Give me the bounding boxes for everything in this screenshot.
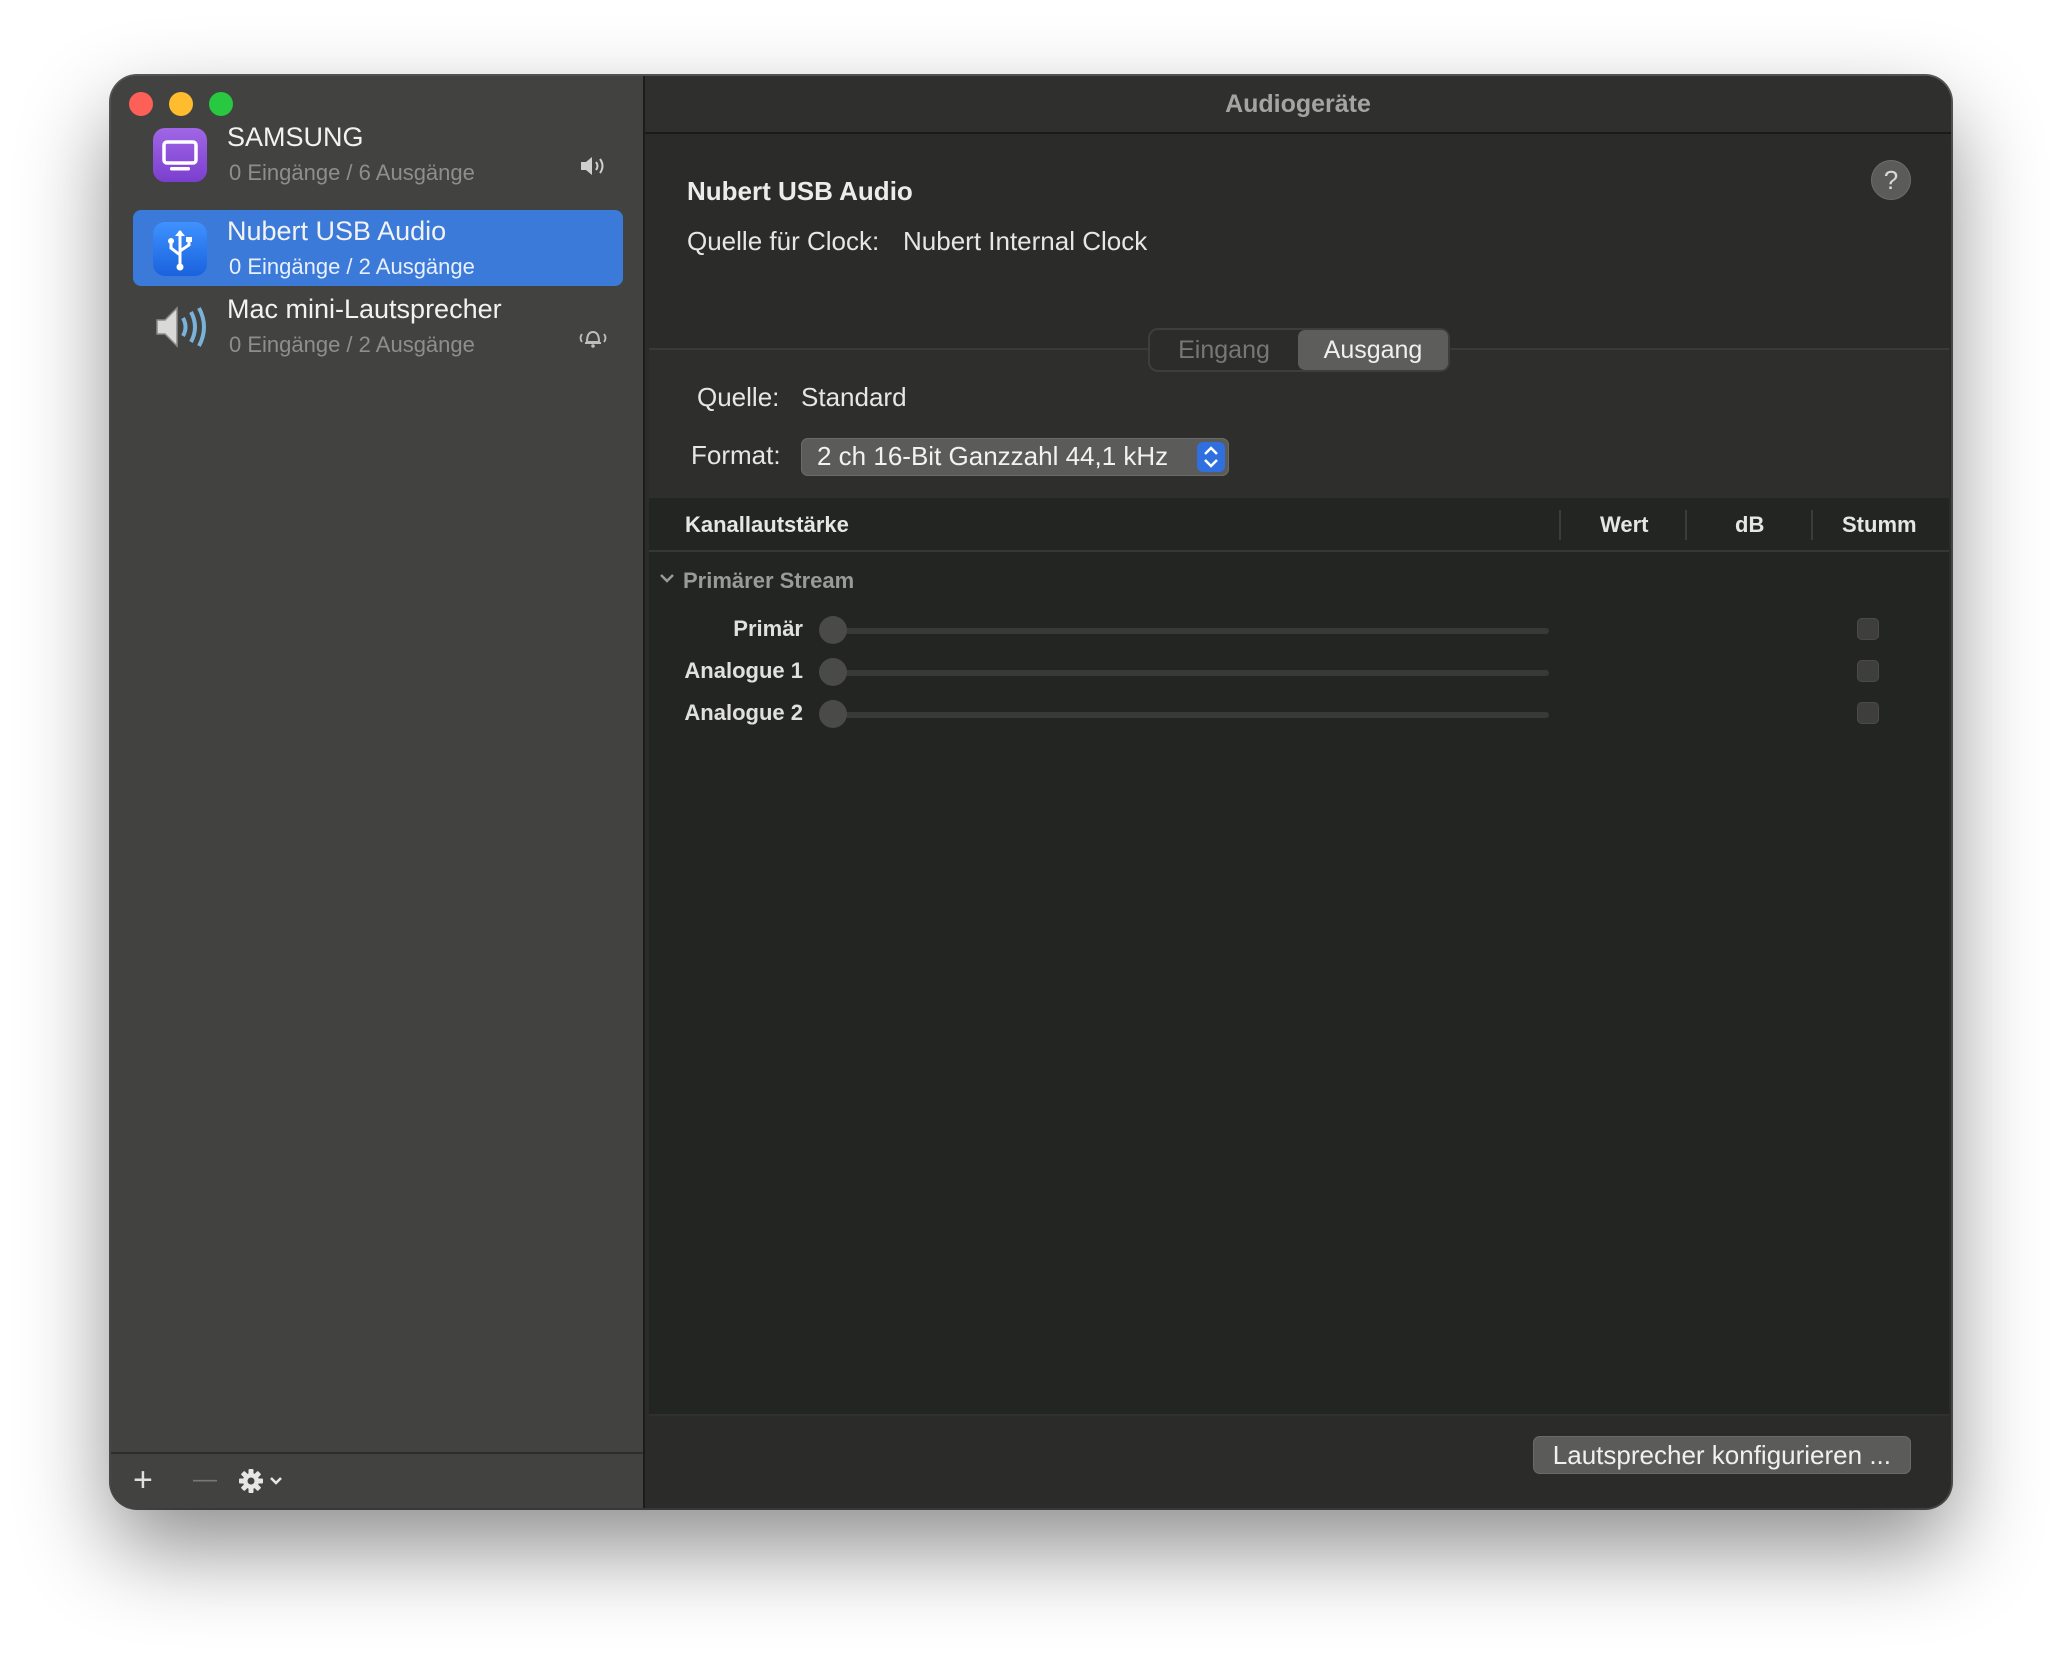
display-icon [153,128,207,182]
speaker-icon [579,154,609,183]
channel-name: Primär [733,616,803,641]
tab-eingang[interactable]: Eingang [1150,330,1298,370]
device-io-count: 0 Eingänge / 6 Ausgänge [229,160,475,185]
clock-source-label: Quelle für Clock: [687,226,880,256]
alert-bell-icon [577,326,609,355]
device-detail-pane: Audiogeräte Nubert USB Audio Quelle für … [645,76,1951,1508]
format-value: 2 ch 16-Bit Ganzzahl 44,1 kHz [817,441,1169,471]
volume-slider-knob[interactable] [819,616,847,644]
device-sidebar: SAMSUNG 0 Eingänge / 6 Ausgänge Nubert U… [111,76,645,1508]
configure-speakers-button[interactable]: Lautsprecher konfigurieren ... [1532,1436,1911,1474]
gear-icon [239,1469,282,1493]
device-name: SAMSUNG [227,122,364,152]
column-header-db[interactable]: dB [1735,512,1764,538]
volume-slider-track[interactable] [827,628,1549,634]
sidebar-footer: + — [111,1452,643,1508]
source-value: Standard [801,382,907,412]
window-title: Audiogeräte [1225,90,1371,118]
stream-group-label: Primärer Stream [683,568,855,593]
device-item-mac-mini-speaker[interactable]: Mac mini-Lautsprecher 0 Eingänge / 2 Aus… [133,288,623,364]
speaker-device-icon [153,300,207,354]
channel-name: Analogue 1 [684,658,803,683]
column-separator [1559,510,1561,540]
close-window-button[interactable] [129,92,153,116]
add-device-button[interactable]: + [133,1462,153,1498]
column-header-mute[interactable]: Stumm [1842,512,1917,538]
chevron-down-icon[interactable] [657,570,677,591]
device-name: Nubert USB Audio [227,216,447,246]
device-title: Nubert USB Audio [687,176,913,206]
mute-checkbox[interactable] [1857,660,1879,682]
gear-menu-button[interactable] [237,1466,293,1502]
column-header-channel-volume[interactable]: Kanallautstärke [685,512,849,538]
up-down-chevron-icon [1197,442,1225,472]
remove-device-button[interactable]: — [193,1462,217,1498]
column-separator [1811,510,1813,540]
format-select[interactable]: 2 ch 16-Bit Ganzzahl 44,1 kHz [801,438,1229,476]
format-label: Format: [691,440,781,470]
source-label: Quelle: [697,382,780,412]
bottom-bar: Lautsprecher konfigurieren ... [649,1414,1949,1508]
mute-checkbox[interactable] [1857,618,1879,640]
tab-ausgang[interactable]: Ausgang [1298,330,1448,370]
channel-volume-table: Kanallautstärke Wert dB Stumm Primärer S… [649,498,1949,1414]
device-name: Mac mini-Lautsprecher [227,294,502,324]
channel-name: Analogue 2 [684,700,803,725]
volume-slider-knob[interactable] [819,700,847,728]
titlebar: Audiogeräte [645,76,1951,134]
help-button[interactable]: ? [1871,160,1911,200]
volume-slider-knob[interactable] [819,658,847,686]
maximize-window-button[interactable] [209,92,233,116]
table-row: Primär [649,612,1949,648]
table-header: Kanallautstärke Wert dB Stumm [649,498,1949,552]
usb-icon [153,222,207,276]
mute-checkbox[interactable] [1857,702,1879,724]
audio-devices-window: SAMSUNG 0 Eingänge / 6 Ausgänge Nubert U… [111,76,1951,1508]
device-io-count: 0 Eingänge / 2 Ausgänge [229,332,475,357]
column-header-value[interactable]: Wert [1600,512,1649,538]
device-item-samsung[interactable]: SAMSUNG 0 Eingänge / 6 Ausgänge [133,116,623,192]
table-row: Analogue 1 [649,654,1949,690]
device-item-nubert-usb-audio[interactable]: Nubert USB Audio 0 Eingänge / 2 Ausgänge [133,210,623,286]
column-separator [1685,510,1687,540]
volume-slider-track[interactable] [827,712,1549,718]
table-row: Analogue 2 [649,696,1949,732]
clock-source-value: Nubert Internal Clock [903,226,1148,256]
minimize-window-button[interactable] [169,92,193,116]
volume-slider-track[interactable] [827,670,1549,676]
io-tab-control: Eingang Ausgang [1150,330,1448,370]
device-io-count: 0 Eingänge / 2 Ausgänge [229,254,475,279]
